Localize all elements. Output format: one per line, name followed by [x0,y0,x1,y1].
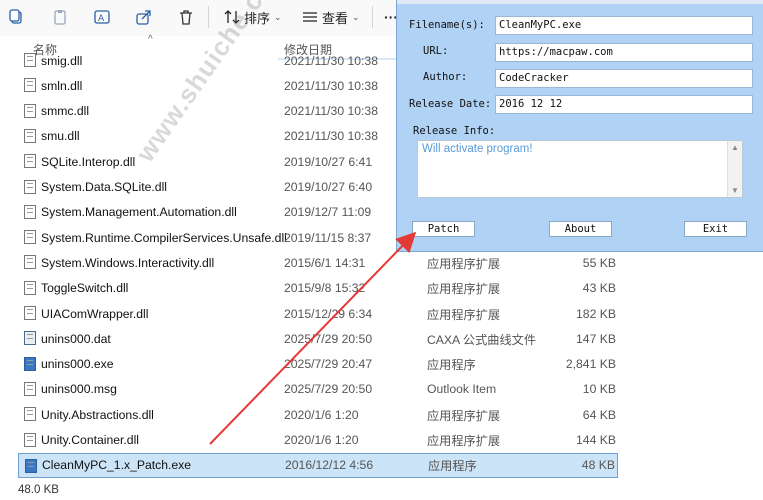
red-arrow-annotation [209,231,417,445]
